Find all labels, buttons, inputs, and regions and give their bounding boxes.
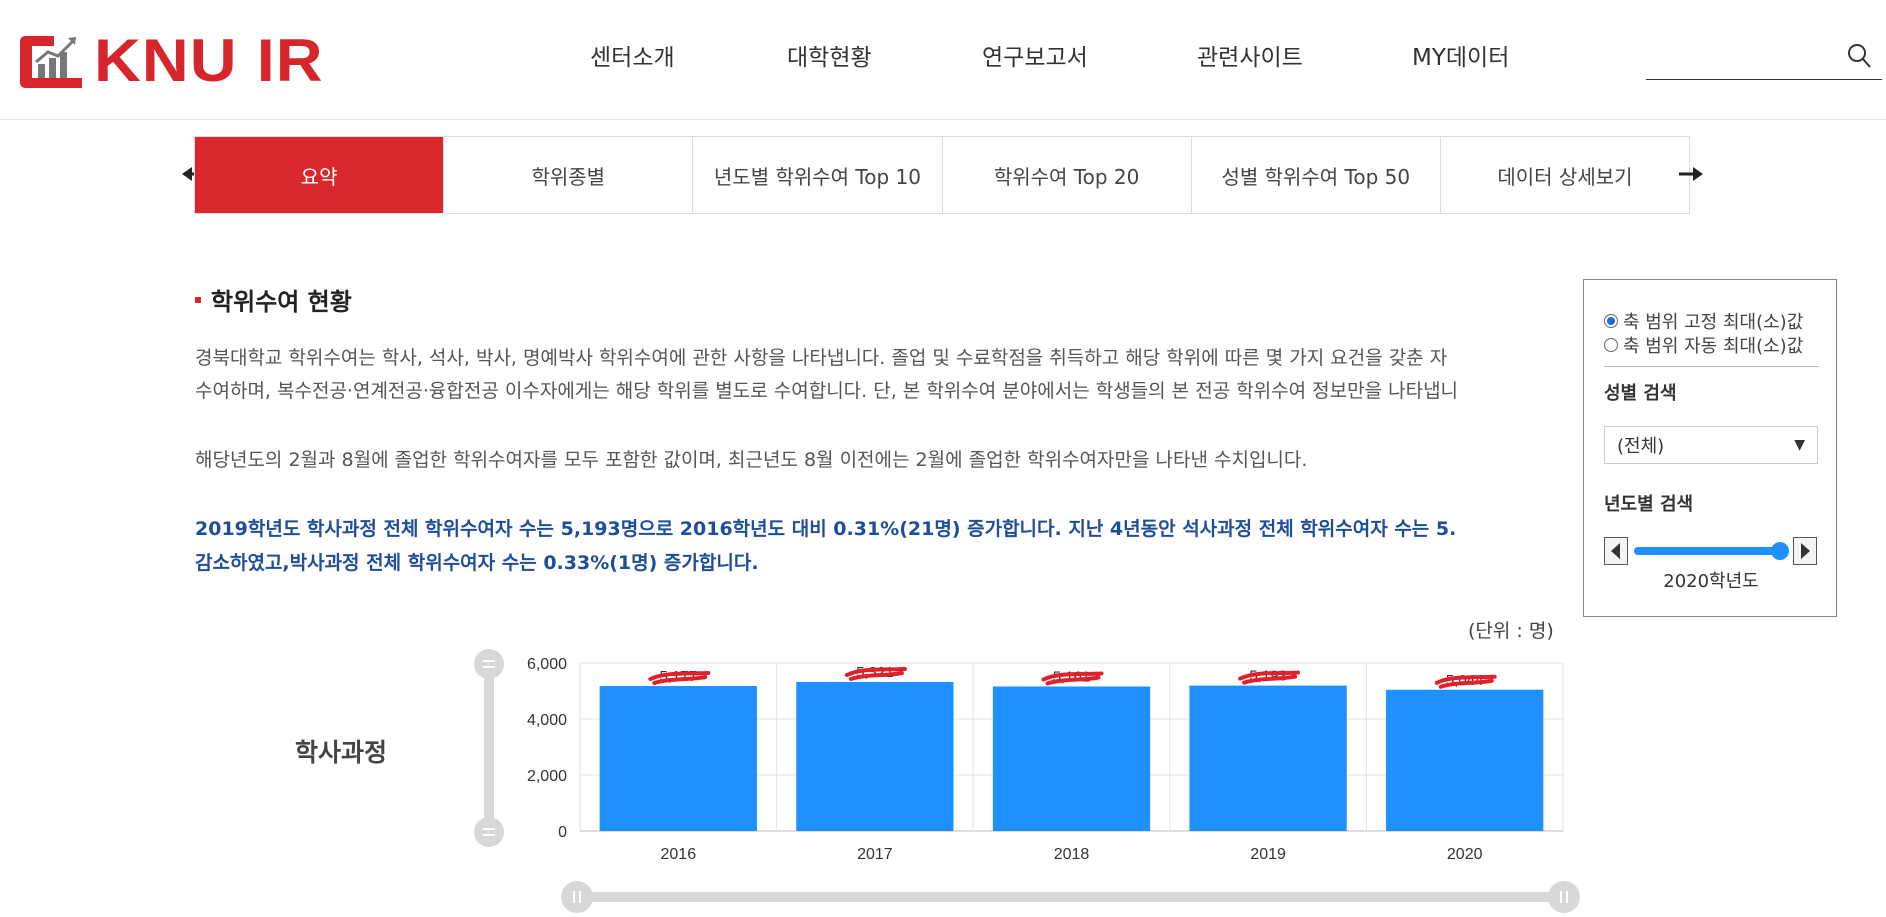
- logo-chart-icon: [20, 36, 82, 88]
- tab-yearly-top10[interactable]: 년도별 학위수여 Top 10: [693, 137, 943, 213]
- site-logo[interactable]: KNU IR: [18, 30, 323, 92]
- chevron-down-icon: ▼: [1794, 437, 1805, 453]
- y-tick-label: 0: [558, 824, 567, 841]
- row-label-bachelor: 학사과정: [295, 738, 388, 767]
- gender-select[interactable]: (전체) ▼: [1604, 426, 1818, 464]
- tab-degree-type[interactable]: 학위종별: [444, 137, 694, 213]
- horizontal-range-slider[interactable]: [560, 880, 1582, 914]
- content-tabs: 요약 학위종별 년도별 학위수여 Top 10 학위수여 Top 20 성별 학…: [194, 136, 1690, 214]
- tab-next-arrow-icon[interactable]: [1677, 162, 1705, 186]
- tab-top20[interactable]: 학위수여 Top 20: [942, 137, 1192, 213]
- radio-fixed-axis-button[interactable]: [1604, 314, 1618, 328]
- nav-my-data[interactable]: MY데이터: [1412, 40, 1562, 76]
- radio-fixed-axis[interactable]: 축 범위 고정 최대(소)값: [1604, 308, 1803, 334]
- description-paragraph-1: 경북대학교 학위수여는 학사, 석사, 박사, 명예박사 학위수여에 관한 사항…: [195, 342, 1458, 408]
- unit-label: (단위 : 명): [1468, 620, 1554, 642]
- bachelor-degree-bar-chart: 02,0004,0006,0005,17720165,32120175,1612…: [527, 656, 1564, 863]
- gender-select-value: (전체): [1617, 436, 1665, 457]
- year-slider[interactable]: [1604, 536, 1818, 566]
- nav-research-reports[interactable]: 연구보고서: [982, 40, 1197, 76]
- y-tick-label: 4,000: [527, 712, 567, 729]
- radio-auto-axis-button[interactable]: [1604, 338, 1618, 352]
- panel-divider: [1604, 366, 1819, 367]
- search-input[interactable]: [1646, 40, 1836, 76]
- vertical-range-slider[interactable]: [472, 648, 506, 848]
- year-search-heading: 년도별 검색: [1604, 494, 1694, 515]
- hslider-left-handle[interactable]: [561, 881, 593, 913]
- description-paragraph-2: 해당년도의 2월과 8월에 졸업한 학위수여자를 모두 포함한 값이며, 최근년…: [195, 449, 1308, 471]
- summary-text: 2019학년도 학사과정 전체 학위수여자 수는 5,193명으로 2016학년…: [195, 512, 1456, 580]
- bar-2018: [992, 686, 1151, 831]
- year-slider-next-icon[interactable]: [1793, 537, 1817, 565]
- hslider-right-handle[interactable]: [1548, 881, 1580, 913]
- nav-center-intro[interactable]: 센터소개: [590, 40, 787, 76]
- year-slider-thumb[interactable]: [1771, 542, 1789, 560]
- bar-2017: [796, 682, 954, 831]
- bar-2019: [1189, 685, 1347, 831]
- logo-text: KNU IR: [94, 27, 324, 94]
- x-tick-label: 2017: [857, 846, 893, 863]
- summary-line-2: 감소하였고,박사과정 전체 학위수여자 수는 0.33%(1명) 증가합니다.: [195, 552, 759, 574]
- x-tick-label: 2019: [1250, 846, 1286, 863]
- tab-data-detail[interactable]: 데이터 상세보기: [1440, 137, 1690, 213]
- bar-2020: [1386, 689, 1544, 831]
- site-header: KNU IR 센터소개 대학현황 연구보고서 관련사이트 MY데이터: [0, 0, 1886, 120]
- y-tick-label: 2,000: [527, 768, 567, 785]
- title-bullet: [195, 296, 201, 303]
- x-tick-label: 2020: [1447, 846, 1483, 863]
- description-line-1: 경북대학교 학위수여는 학사, 석사, 박사, 명예박사 학위수여에 관한 사항…: [195, 347, 1448, 369]
- filter-panel: 축 범위 고정 최대(소)값 축 범위 자동 최대(소)값 성별 검색 (전체)…: [1583, 279, 1837, 617]
- gender-search-heading: 성별 검색: [1604, 383, 1677, 404]
- section-title: 학위수여 현황: [195, 282, 352, 317]
- year-slider-value: 2020학년도: [1663, 571, 1759, 592]
- year-slider-prev-icon[interactable]: [1604, 537, 1628, 565]
- nav-related-sites[interactable]: 관련사이트: [1197, 40, 1412, 76]
- vslider-bottom-handle[interactable]: [474, 817, 504, 847]
- nav-university-status[interactable]: 대학현황: [787, 40, 982, 76]
- main-nav: 센터소개 대학현황 연구보고서 관련사이트 MY데이터: [590, 40, 1562, 76]
- x-tick-label: 2016: [661, 846, 697, 863]
- tab-summary[interactable]: 요약: [195, 137, 445, 213]
- section-title-text: 학위수여 현황: [211, 288, 352, 316]
- summary-line-1: 2019학년도 학사과정 전체 학위수여자 수는 5,193명으로 2016학년…: [195, 518, 1457, 540]
- x-tick-label: 2018: [1054, 846, 1090, 863]
- y-tick-label: 6,000: [527, 656, 567, 673]
- radio-fixed-axis-label: 축 범위 고정 최대(소)값: [1623, 312, 1804, 333]
- tab-gender-top50[interactable]: 성별 학위수여 Top 50: [1191, 137, 1441, 213]
- search-box: [1646, 40, 1882, 80]
- description-line-2: 수여하며, 복수전공·연계전공·융합전공 이수자에게는 해당 학위를 별도로 수…: [195, 380, 1459, 402]
- bar-2016: [599, 686, 757, 831]
- search-icon[interactable]: [1846, 42, 1872, 70]
- radio-auto-axis[interactable]: 축 범위 자동 최대(소)값: [1604, 332, 1803, 358]
- radio-auto-axis-label: 축 범위 자동 최대(소)값: [1623, 336, 1804, 357]
- vslider-top-handle[interactable]: [474, 649, 504, 679]
